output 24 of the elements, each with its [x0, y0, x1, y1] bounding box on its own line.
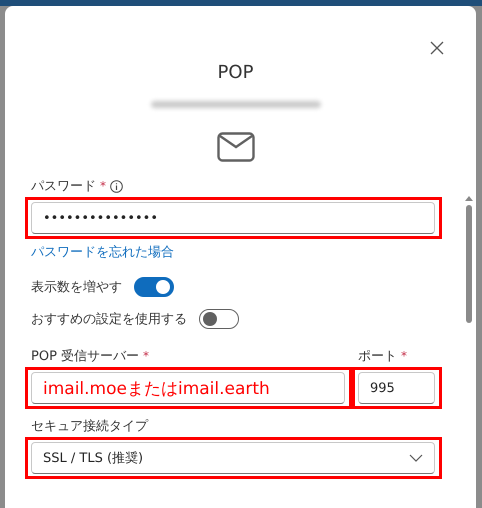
annotation-text: imail.moeまたはimail.earth	[43, 378, 270, 400]
toggle-switch[interactable]	[134, 277, 174, 297]
scroll-up-icon[interactable]	[465, 196, 473, 201]
forgot-password-link[interactable]: パスワードを忘れた場合	[31, 243, 174, 261]
field-label: パスワード	[31, 178, 96, 195]
close-icon	[430, 41, 444, 55]
dialog-title: POP	[218, 62, 254, 83]
toggle-label: 表示数を増やす	[31, 278, 122, 296]
port-field[interactable]: 995	[358, 372, 435, 404]
toggle-label: おすすめの設定を使用する	[31, 311, 187, 328]
scrollbar-thumb[interactable]	[466, 205, 472, 323]
security-dropdown[interactable]: SSL / TLS (推奨)	[31, 442, 435, 474]
envelope-icon	[216, 132, 254, 162]
field-label: ポート	[358, 348, 397, 365]
field-label: セキュア接続タイプ	[31, 418, 148, 435]
info-icon[interactable]	[110, 180, 123, 192]
server-field[interactable]: imail.moeまたはimail.earth	[31, 372, 345, 404]
required-mark: *	[401, 349, 407, 363]
chevron-down-icon	[409, 454, 423, 462]
field-label: POP 受信サーバー	[31, 348, 140, 365]
password-field[interactable]: •••••••••••••••	[31, 202, 435, 234]
toggle-switch[interactable]	[199, 309, 239, 329]
required-mark: *	[143, 349, 150, 363]
required-mark: *	[100, 179, 106, 193]
